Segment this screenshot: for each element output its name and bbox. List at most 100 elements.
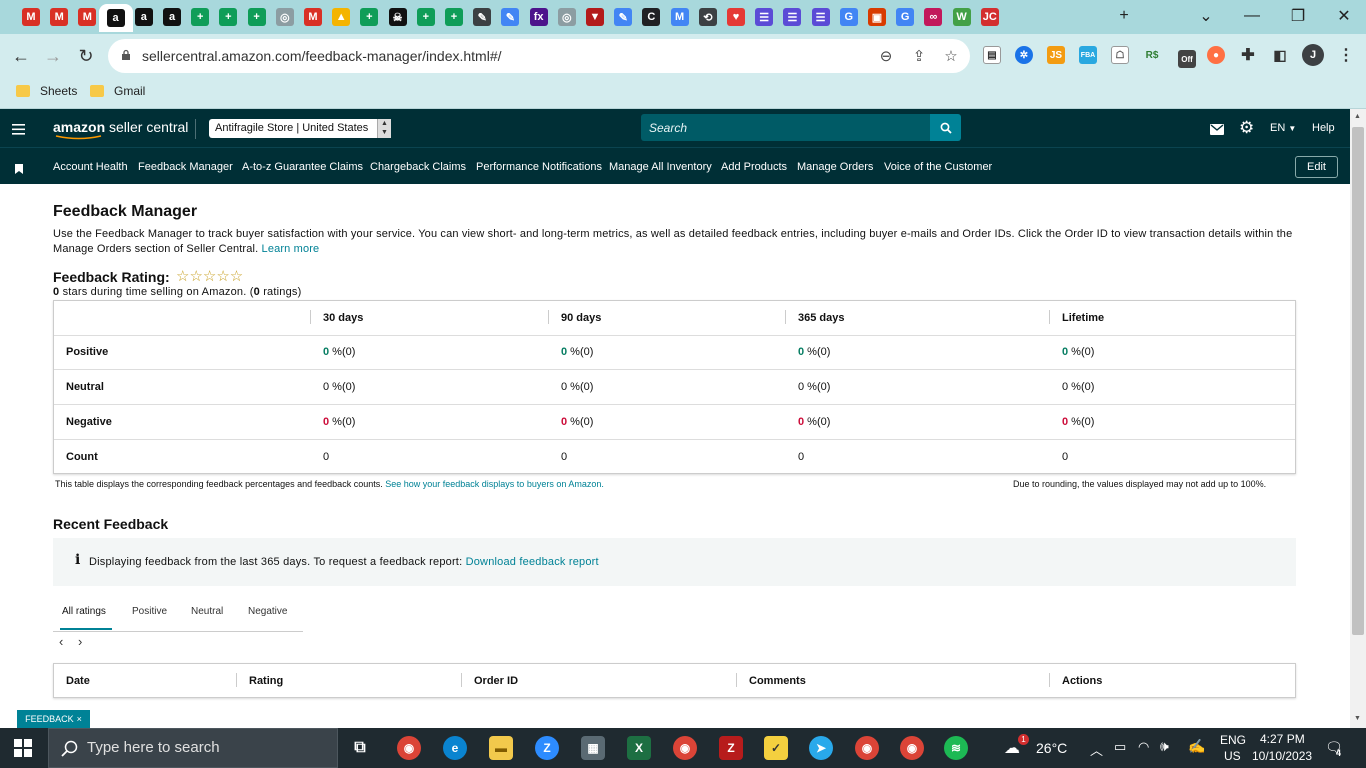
calculator-icon[interactable]: ▦ bbox=[581, 736, 605, 760]
feedback-button[interactable]: FEEDBACK × bbox=[17, 710, 90, 728]
browser-tab[interactable]: ◎ bbox=[274, 6, 296, 28]
browser-tab[interactable]: G bbox=[838, 6, 860, 28]
address-bar[interactable]: sellercentral.amazon.com/feedback-manage… bbox=[108, 39, 970, 73]
profile-avatar[interactable]: J bbox=[1302, 44, 1324, 66]
help-link[interactable]: Help bbox=[1312, 122, 1335, 134]
browser-tab[interactable]: M bbox=[76, 6, 98, 28]
back-arrow-icon[interactable]: ← bbox=[8, 43, 34, 69]
nav-chargeback-claims[interactable]: Chargeback Claims bbox=[370, 161, 466, 173]
nav-account-health[interactable]: Account Health bbox=[53, 161, 128, 173]
bookmark-star-icon[interactable]: ☆ bbox=[941, 46, 961, 66]
browser-tab[interactable]: ⟲ bbox=[697, 6, 719, 28]
chrome-menu-icon[interactable]: ⋮ bbox=[1337, 46, 1355, 64]
browser-tab[interactable]: ✎ bbox=[499, 6, 521, 28]
task-view-icon[interactable]: ⧉ bbox=[348, 736, 372, 760]
sticky-notes-icon[interactable]: ✓ bbox=[764, 736, 788, 760]
tab-all-ratings[interactable]: All ratings bbox=[62, 606, 106, 617]
file-explorer-icon[interactable]: ▬ bbox=[489, 736, 513, 760]
wifi-icon[interactable]: ◠ bbox=[1138, 739, 1149, 755]
hamburger-menu-icon[interactable] bbox=[12, 122, 25, 140]
extension-helium-icon[interactable]: ✲ bbox=[1015, 46, 1033, 64]
weather-temp[interactable]: 26°C bbox=[1036, 740, 1067, 756]
browser-tab[interactable]: ▲ bbox=[330, 6, 352, 28]
browser-tab[interactable]: ♥ bbox=[725, 6, 747, 28]
clock-time[interactable]: 4:27 PM bbox=[1260, 732, 1305, 746]
chrome-active-icon[interactable]: ◉ bbox=[900, 736, 924, 760]
tab-negative[interactable]: Negative bbox=[248, 606, 287, 617]
extension-seller-icon[interactable]: ▤ bbox=[983, 46, 1001, 64]
browser-tab[interactable]: ☰ bbox=[810, 6, 832, 28]
browser-tab[interactable]: ☠ bbox=[387, 6, 409, 28]
extension-profile-icon[interactable]: ☖ bbox=[1111, 46, 1129, 64]
search-input[interactable] bbox=[641, 114, 930, 141]
learn-more-link[interactable]: Learn more bbox=[262, 243, 320, 255]
tab-positive[interactable]: Positive bbox=[132, 606, 167, 617]
language-selector[interactable]: EN ▼ bbox=[1270, 122, 1296, 134]
store-selector[interactable]: Antifragile Store | United States ▲ ▼ bbox=[209, 119, 391, 138]
download-report-link[interactable]: Download feedback report bbox=[466, 556, 599, 568]
excel-icon[interactable]: X bbox=[627, 736, 651, 760]
browser-tab[interactable]: + bbox=[217, 6, 239, 28]
extension-off-icon[interactable]: Off bbox=[1178, 50, 1196, 68]
browser-tab[interactable]: M bbox=[302, 6, 324, 28]
browser-tab[interactable]: ▣ bbox=[866, 6, 888, 28]
close-window-icon[interactable]: ✕ bbox=[1324, 4, 1364, 28]
battery-icon[interactable]: ▭ bbox=[1114, 739, 1126, 755]
browser-tab[interactable]: ◎ bbox=[556, 6, 578, 28]
browser-tab[interactable]: C bbox=[640, 6, 662, 28]
extension-rs-icon[interactable]: R$ bbox=[1143, 46, 1161, 64]
bookmark-sheets[interactable]: Sheets bbox=[16, 84, 77, 98]
browser-tab[interactable]: fx bbox=[528, 6, 550, 28]
bookmark-gmail[interactable]: Gmail bbox=[90, 84, 145, 98]
amazon-logo[interactable]: amazon seller central bbox=[53, 119, 188, 140]
browser-tab[interactable]: a bbox=[161, 6, 183, 28]
messages-envelope-icon[interactable] bbox=[1210, 122, 1224, 140]
extension-js-icon[interactable]: JS bbox=[1047, 46, 1065, 64]
browser-tab[interactable]: M bbox=[48, 6, 70, 28]
browser-tab[interactable]: W bbox=[951, 6, 973, 28]
browser-tab[interactable]: JC bbox=[979, 6, 1001, 28]
nav-atoz-claims[interactable]: A-to-z Guarantee Claims bbox=[242, 161, 363, 173]
restore-window-icon[interactable]: ❐ bbox=[1278, 4, 1318, 28]
telegram-icon[interactable]: ➤ bbox=[809, 736, 833, 760]
browser-tab[interactable]: + bbox=[189, 6, 211, 28]
page-scrollbar[interactable]: ▲ ▼ bbox=[1350, 109, 1366, 728]
browser-tab[interactable]: + bbox=[246, 6, 268, 28]
nav-add-products[interactable]: Add Products bbox=[721, 161, 787, 173]
extensions-puzzle-icon[interactable]: ✚ bbox=[1239, 46, 1257, 64]
pager-prev-icon[interactable]: ‹ bbox=[59, 634, 63, 649]
chrome-taskbar-icon[interactable]: ◉ bbox=[855, 736, 879, 760]
chrome-profile-icon[interactable]: ◉ bbox=[673, 736, 697, 760]
spotify-icon[interactable]: ≋ bbox=[944, 736, 968, 760]
tab-search-chevron-icon[interactable]: ⌄ bbox=[1186, 4, 1226, 28]
zoom-icon[interactable]: ⊖ bbox=[876, 46, 896, 66]
browser-tab[interactable]: ☰ bbox=[753, 6, 775, 28]
browser-tab[interactable]: ☰ bbox=[781, 6, 803, 28]
nav-voice-of-customer[interactable]: Voice of the Customer bbox=[884, 161, 992, 173]
browser-tab[interactable]: ∞ bbox=[922, 6, 944, 28]
browser-tab[interactable]: ✎ bbox=[612, 6, 634, 28]
clock-date[interactable]: 10/10/2023 bbox=[1252, 749, 1312, 763]
browser-tab[interactable]: + bbox=[415, 6, 437, 28]
nav-feedback-manager[interactable]: Feedback Manager bbox=[138, 161, 233, 173]
browser-tab[interactable]: + bbox=[443, 6, 465, 28]
volume-icon[interactable]: 🕪 bbox=[1160, 738, 1169, 755]
browser-tab[interactable]: a bbox=[133, 6, 155, 28]
lock-icon[interactable] bbox=[120, 49, 132, 61]
scroll-down-icon[interactable]: ▼ bbox=[1354, 715, 1361, 722]
side-panel-icon[interactable]: ◧ bbox=[1271, 46, 1289, 64]
browser-tab[interactable]: M bbox=[669, 6, 691, 28]
share-icon[interactable]: ⇪ bbox=[909, 46, 929, 66]
bookmark-ribbon-icon[interactable] bbox=[15, 161, 23, 179]
browser-tab[interactable]: + bbox=[358, 6, 380, 28]
hidden-icons-chevron-icon[interactable]: ︿ bbox=[1090, 740, 1103, 759]
taskbar-search-input[interactable] bbox=[87, 739, 327, 756]
tab-neutral[interactable]: Neutral bbox=[191, 606, 223, 617]
pen-icon[interactable]: ✍ bbox=[1188, 738, 1205, 755]
settings-gear-icon[interactable]: ⚙ bbox=[1239, 118, 1254, 138]
zoom-taskbar-icon[interactable]: Z bbox=[535, 736, 559, 760]
scroll-thumb[interactable] bbox=[1352, 127, 1364, 635]
browser-tab[interactable]: ▼ bbox=[584, 6, 606, 28]
filezilla-icon[interactable]: Z bbox=[719, 736, 743, 760]
language-us[interactable]: US bbox=[1224, 749, 1241, 763]
